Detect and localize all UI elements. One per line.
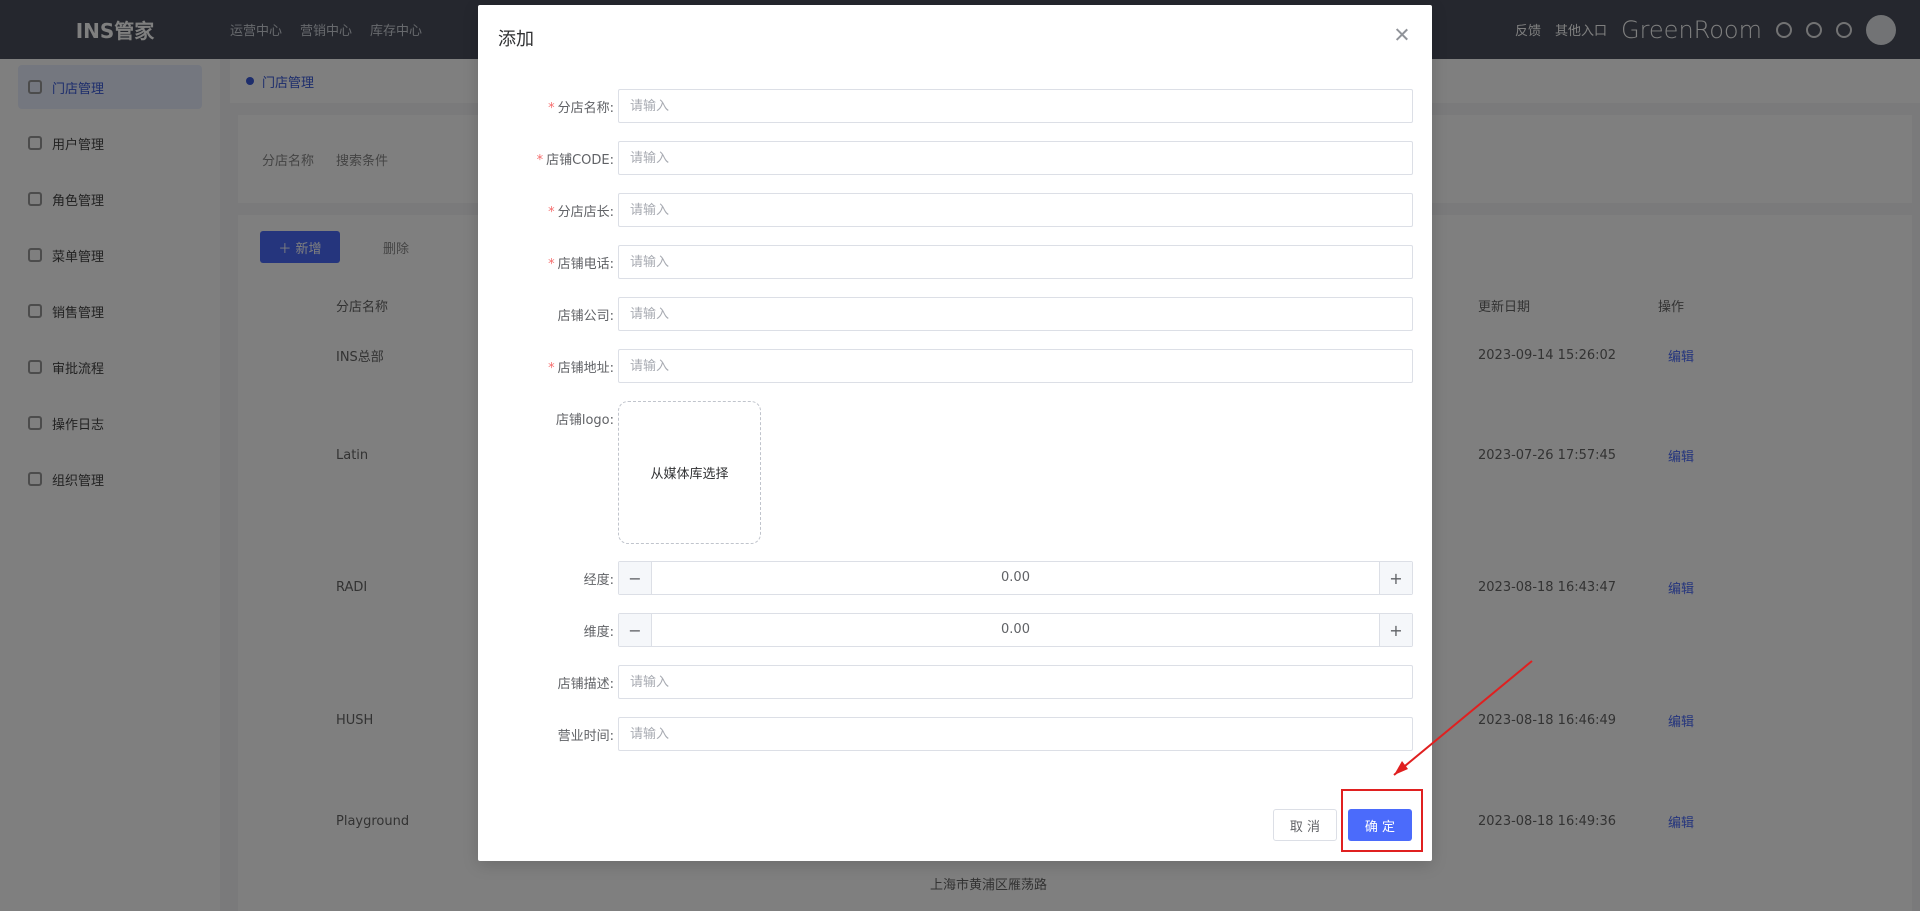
form-row-company: 店铺公司: (478, 297, 1432, 331)
required-mark: * (548, 257, 555, 272)
form-row-hours: 营业时间: (478, 717, 1432, 751)
longitude-value[interactable]: 0.00 (652, 562, 1379, 594)
required-mark: * (548, 101, 555, 116)
required-mark: * (536, 153, 544, 168)
add-store-dialog: 添加 *分店名称: *店铺CODE: *分店店长: *店铺电话: 店铺公司: *… (478, 5, 1432, 861)
field-label: 店铺公司: (557, 309, 614, 324)
form-row-longitude: 经度: − 0.00 + (478, 561, 1432, 595)
field-label: 经度: (583, 573, 614, 588)
decrement-button[interactable]: − (619, 562, 652, 594)
longitude-stepper: − 0.00 + (618, 561, 1413, 595)
increment-button[interactable]: + (1379, 562, 1412, 594)
close-icon[interactable] (1394, 27, 1410, 43)
store-company-input[interactable] (618, 297, 1413, 331)
store-address-input[interactable] (618, 349, 1413, 383)
logo-media-picker[interactable]: 从媒体库选择 (618, 401, 761, 544)
form-row-latitude: 维度: − 0.00 + (478, 613, 1432, 647)
field-label: * 店铺地址: (548, 361, 614, 376)
form-row-phone: * 店铺电话: (478, 245, 1432, 279)
field-label: 店铺描述: (557, 677, 614, 692)
form-row-code: * 店铺CODE: (478, 141, 1432, 175)
field-label: * 店铺电话: (548, 257, 614, 272)
annotation-highlight-box (1341, 789, 1423, 852)
store-phone-input[interactable] (618, 245, 1413, 279)
field-label: 维度: (583, 625, 614, 640)
increment-button[interactable]: + (1379, 614, 1412, 646)
field-label: * 店铺CODE: (536, 153, 614, 168)
form-row-manager: * 分店店长: (478, 193, 1432, 227)
required-mark: * (548, 361, 555, 376)
store-name-input[interactable] (618, 89, 1413, 123)
decrement-button[interactable]: − (619, 614, 652, 646)
required-mark: * (548, 205, 555, 220)
annotation-arrow (1393, 660, 1533, 776)
field-label: 店铺logo: (555, 413, 614, 428)
store-description-input[interactable] (618, 665, 1413, 699)
field-label: * 分店店长: (548, 205, 614, 220)
form-row-name: * 分店名称: (478, 89, 1432, 123)
form-row-address: * 店铺地址: (478, 349, 1432, 383)
store-code-input[interactable] (618, 141, 1413, 175)
dialog-title: 添加 (498, 29, 534, 50)
business-hours-input[interactable] (618, 717, 1413, 751)
cancel-button[interactable]: 取 消 (1273, 809, 1337, 841)
latitude-value[interactable]: 0.00 (652, 614, 1379, 646)
media-picker-label: 从媒体库选择 (650, 467, 729, 482)
field-label: * 分店名称: (548, 101, 614, 116)
latitude-stepper: − 0.00 + (618, 613, 1413, 647)
form-row-description: 店铺描述: (478, 665, 1432, 699)
store-manager-input[interactable] (618, 193, 1413, 227)
field-label: 营业时间: (557, 729, 614, 744)
